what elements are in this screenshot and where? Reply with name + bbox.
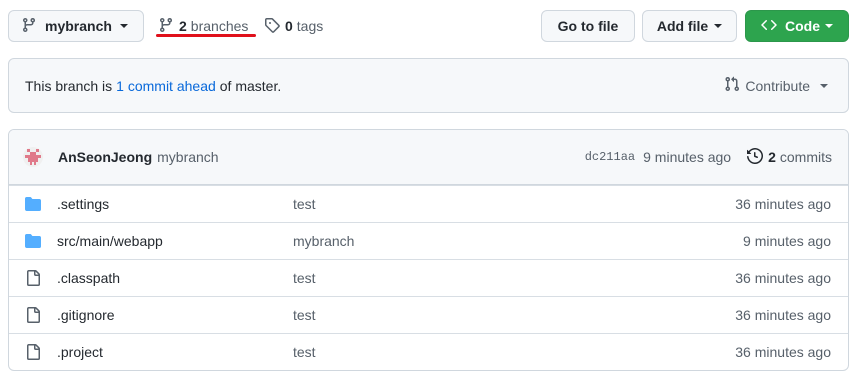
highlight-underline xyxy=(156,34,256,37)
tags-count: 0 xyxy=(285,18,293,34)
file-row[interactable]: .gitignore test 36 minutes ago xyxy=(9,296,848,333)
file-row[interactable]: .project test 36 minutes ago xyxy=(9,333,848,370)
tag-icon xyxy=(264,17,280,36)
repo-toolbar: mybranch 2 branches 0 tags Go to file Ad… xyxy=(8,10,849,42)
branch-select-button[interactable]: mybranch xyxy=(8,10,144,42)
branches-link[interactable]: 2 branches xyxy=(158,10,248,42)
file-age: 36 minutes ago xyxy=(735,307,831,323)
file-age: 36 minutes ago xyxy=(735,270,831,286)
ahead-suffix: of master. xyxy=(219,77,282,94)
file-list: AnSeonJeong mybranch dc211aa 9 minutes a… xyxy=(8,129,849,371)
branches-label: branches xyxy=(190,18,249,34)
commit-history-link[interactable]: 2 commits xyxy=(747,147,832,167)
folder-icon xyxy=(25,196,41,212)
file-age: 36 minutes ago xyxy=(735,196,831,212)
commit-sha[interactable]: dc211aa xyxy=(585,150,635,164)
file-icon xyxy=(25,270,41,286)
tags-label: tags xyxy=(296,18,324,34)
code-label: Code xyxy=(785,18,820,34)
file-row[interactable]: src/main/webapp mybranch 9 minutes ago xyxy=(9,222,848,259)
history-icon xyxy=(747,147,764,167)
contribute-button[interactable]: Contribute xyxy=(724,59,828,112)
file-name[interactable]: .project xyxy=(57,344,103,360)
git-branch-icon xyxy=(21,17,37,36)
chevron-down-icon xyxy=(820,83,828,88)
commits-label: commits xyxy=(779,149,832,165)
file-icon xyxy=(25,344,41,360)
file-row[interactable]: .settings test 36 minutes ago xyxy=(9,185,848,222)
file-commit-message[interactable]: mybranch xyxy=(293,233,354,249)
commit-author[interactable]: AnSeonJeong xyxy=(58,149,152,165)
commit-time: 9 minutes ago xyxy=(643,149,732,165)
file-commit-message[interactable]: test xyxy=(293,307,316,323)
git-branch-icon xyxy=(158,17,174,36)
file-name[interactable]: .gitignore xyxy=(57,307,115,323)
file-name[interactable]: .settings xyxy=(57,196,109,212)
avatar[interactable] xyxy=(23,147,43,167)
latest-commit-header: AnSeonJeong mybranch dc211aa 9 minutes a… xyxy=(9,130,848,185)
commits-ahead-link[interactable]: 1 commit ahead xyxy=(116,78,216,94)
folder-icon xyxy=(25,233,41,249)
branch-ahead-banner: This branch is 1 commit ahead of master.… xyxy=(8,58,849,113)
add-file-label: Add file xyxy=(656,18,709,34)
file-row[interactable]: .classpath test 36 minutes ago xyxy=(9,259,848,296)
branch-select-label: mybranch xyxy=(45,18,112,34)
go-to-file-label: Go to file xyxy=(557,18,619,34)
file-commit-message[interactable]: test xyxy=(293,344,316,360)
commit-message[interactable]: mybranch xyxy=(157,149,218,165)
file-age: 36 minutes ago xyxy=(735,344,831,360)
contribute-label: Contribute xyxy=(745,77,810,94)
chevron-down-icon xyxy=(825,24,833,28)
file-commit-message[interactable]: test xyxy=(293,196,316,212)
add-file-button[interactable]: Add file xyxy=(642,10,737,42)
file-name[interactable]: .classpath xyxy=(57,270,120,286)
commits-count: 2 xyxy=(768,149,776,165)
go-to-file-button[interactable]: Go to file xyxy=(541,10,635,42)
ahead-prefix: This branch is xyxy=(25,77,113,94)
code-button[interactable]: Code xyxy=(745,10,849,42)
chevron-down-icon xyxy=(119,24,128,28)
file-name[interactable]: src/main/webapp xyxy=(57,233,163,249)
file-age: 9 minutes ago xyxy=(743,233,831,249)
branches-count: 2 xyxy=(179,18,187,34)
code-icon xyxy=(761,17,777,36)
commit-meta: dc211aa 9 minutes ago 2 commits xyxy=(585,130,832,184)
tags-link[interactable]: 0 tags xyxy=(264,10,323,42)
chevron-down-icon xyxy=(714,24,723,28)
pull-request-icon xyxy=(724,76,740,95)
file-commit-message[interactable]: test xyxy=(293,270,316,286)
file-icon xyxy=(25,307,41,323)
